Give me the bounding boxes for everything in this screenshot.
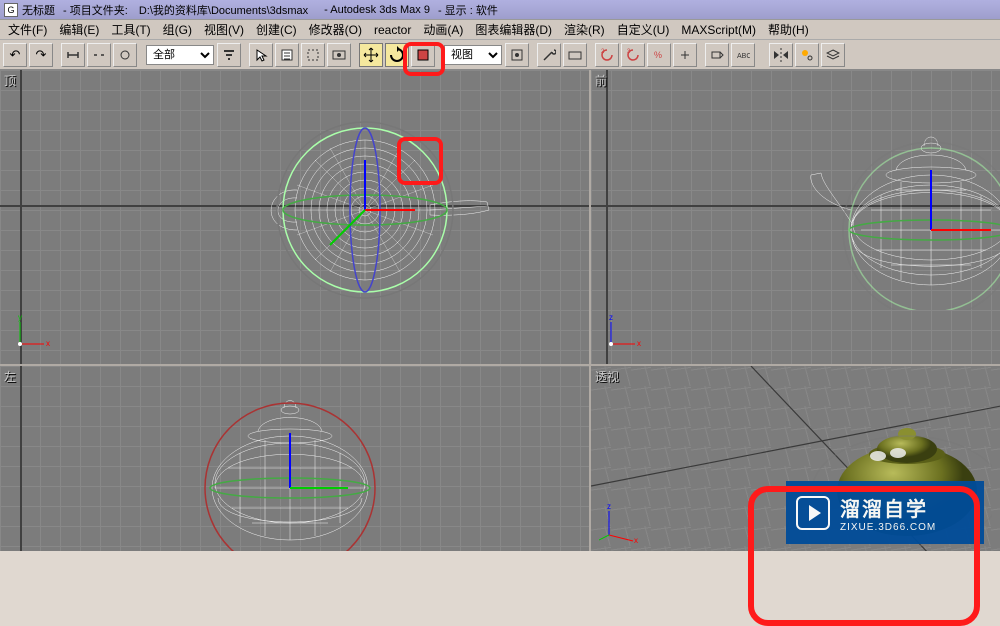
rotate-icon xyxy=(388,46,406,64)
marquee-icon xyxy=(306,48,320,62)
menu-tools[interactable]: 工具(T) xyxy=(105,19,156,40)
redo-button[interactable]: ↷ xyxy=(29,43,53,67)
spinner-snap-button[interactable] xyxy=(673,43,697,67)
axis-v-left xyxy=(20,366,22,551)
title-bar: G 无标题 - 项目文件夹: D:\我的资料库\Documents\3dsmax… xyxy=(0,0,1000,20)
snap-percent-icon: % xyxy=(651,47,667,63)
axis-tripod-persp: z x xyxy=(599,501,643,545)
menu-create[interactable]: 创建(C) xyxy=(250,19,303,40)
link-button[interactable] xyxy=(61,43,85,67)
undo-button[interactable]: ↶ xyxy=(3,43,27,67)
pivot-icon xyxy=(510,48,524,62)
menu-group[interactable]: 组(G) xyxy=(157,19,198,40)
menu-customize[interactable]: 自定义(U) xyxy=(611,19,676,40)
keyboard-icon xyxy=(568,48,582,62)
layer-manager-button[interactable] xyxy=(821,43,845,67)
align-button[interactable] xyxy=(795,43,819,67)
menu-graph[interactable]: 图表编辑器(D) xyxy=(469,19,558,40)
menu-file[interactable]: 文件(F) xyxy=(2,19,53,40)
manipulate-button[interactable] xyxy=(537,43,561,67)
title-project: - 项目文件夹: D:\我的资料库\Documents\3dsmax xyxy=(63,2,316,18)
mirror-icon xyxy=(773,47,789,63)
align-icon xyxy=(800,48,814,62)
title-display: - 显示 : 软件 xyxy=(438,2,498,18)
svg-text:x: x xyxy=(46,339,50,348)
menu-animation[interactable]: 动画(A) xyxy=(417,19,469,40)
menu-maxscript[interactable]: MAXScript(M) xyxy=(675,21,762,39)
menu-help[interactable]: 帮助(H) xyxy=(762,19,815,40)
unlink-button[interactable] xyxy=(87,43,111,67)
snap-angle-icon: 3 xyxy=(625,47,641,63)
watermark-title: 溜溜自学 xyxy=(840,493,936,522)
svg-text:x: x xyxy=(637,339,641,348)
wrench-icon xyxy=(542,48,556,62)
menu-reactor[interactable]: reactor xyxy=(368,21,417,39)
pivot-center-button[interactable] xyxy=(505,43,529,67)
main-toolbar: ↶ ↷ 全部 视图 xyxy=(0,40,1000,70)
select-move-button[interactable] xyxy=(359,43,383,67)
mirror-button[interactable] xyxy=(769,43,793,67)
title-untitled: 无标题 xyxy=(22,2,55,18)
unlink-icon xyxy=(91,47,107,63)
filter-button[interactable] xyxy=(217,43,241,67)
snap-2d-button[interactable]: 2 xyxy=(595,43,619,67)
viewport-label-left: 左 xyxy=(4,368,16,385)
svg-text:x: x xyxy=(634,536,638,545)
select-by-name-button[interactable] xyxy=(275,43,299,67)
viewport-label-top: 顶 xyxy=(4,72,16,89)
tag-icon xyxy=(710,48,724,62)
select-scale-button[interactable] xyxy=(411,43,435,67)
svg-text:ABC: ABC xyxy=(737,53,750,60)
viewport-label-persp: 透视 xyxy=(595,368,619,385)
teapot-left-wireframe xyxy=(160,366,420,551)
snap-2d-icon: 2 xyxy=(599,47,615,63)
window-crossing-button[interactable] xyxy=(327,43,351,67)
select-region-button[interactable] xyxy=(301,43,325,67)
window-icon xyxy=(332,48,346,62)
selection-filter-dropdown[interactable]: 全部 xyxy=(146,45,214,65)
svg-text:z: z xyxy=(607,502,611,511)
bind-icon xyxy=(117,47,133,63)
watermark: 溜溜自学 ZIXUE.3D66.COM xyxy=(786,481,984,544)
svg-text:y: y xyxy=(18,313,22,322)
abc-icon: ABC xyxy=(736,48,750,62)
menu-modifier[interactable]: 修改器(O) xyxy=(303,19,368,40)
title-app: - Autodesk 3ds Max 9 xyxy=(324,4,430,16)
select-rotate-button[interactable] xyxy=(385,43,409,67)
spinner-icon xyxy=(678,48,692,62)
link-icon xyxy=(65,47,81,63)
cursor-icon xyxy=(254,48,268,62)
named-selection-button[interactable] xyxy=(705,43,729,67)
menu-edit[interactable]: 编辑(E) xyxy=(53,19,105,40)
scale-icon xyxy=(416,48,430,62)
bind-button[interactable] xyxy=(113,43,137,67)
menu-view[interactable]: 视图(V) xyxy=(198,19,250,40)
move-icon xyxy=(363,47,379,63)
named-selection-dropdown-button[interactable]: ABC xyxy=(731,43,755,67)
play-icon xyxy=(796,496,830,530)
app-icon: G xyxy=(4,3,18,17)
select-button[interactable] xyxy=(249,43,273,67)
svg-text:z: z xyxy=(609,313,613,322)
viewport-top[interactable]: 顶 xyxy=(0,70,589,364)
viewport-front[interactable]: 前 xyxy=(591,70,1000,364)
viewport-area: 顶 xyxy=(0,70,1000,551)
axis-tripod-front: z x xyxy=(603,312,643,352)
svg-text:%: % xyxy=(654,50,662,60)
keyboard-shortcut-button[interactable] xyxy=(563,43,587,67)
list-icon xyxy=(280,48,294,62)
layers-icon xyxy=(826,48,840,62)
menu-render[interactable]: 渲染(R) xyxy=(558,19,611,40)
ref-coord-dropdown[interactable]: 视图 xyxy=(444,45,502,65)
viewport-left[interactable]: 左 xyxy=(0,366,589,551)
teapot-front-wireframe xyxy=(781,90,1000,310)
viewport-label-front: 前 xyxy=(595,72,607,89)
menu-bar: 文件(F) 编辑(E) 工具(T) 组(G) 视图(V) 创建(C) 修改器(O… xyxy=(0,20,1000,40)
teapot-top-wireframe xyxy=(235,110,495,310)
snap-percent-button[interactable]: % xyxy=(647,43,671,67)
filter-icon xyxy=(222,48,236,62)
snap-angle-button[interactable]: 3 xyxy=(621,43,645,67)
axis-tripod-top: y x xyxy=(12,312,52,352)
watermark-url: ZIXUE.3D66.COM xyxy=(840,522,936,533)
